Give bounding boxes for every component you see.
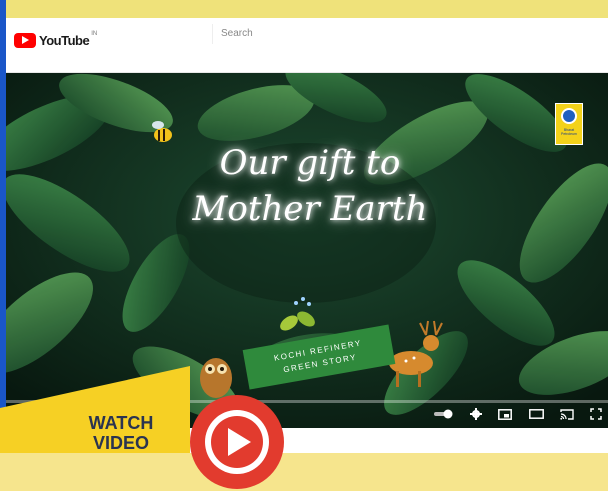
top-frame-band (0, 0, 608, 18)
theater-mode-icon[interactable] (528, 407, 544, 421)
bharat-petroleum-logo: Bharat Petroleum (555, 103, 583, 145)
bpcl-logo-text: Bharat Petroleum (561, 128, 577, 136)
watch-label-line-2: VIDEO (92, 433, 149, 453)
fullscreen-icon[interactable] (590, 407, 602, 421)
miniplayer-icon[interactable] (498, 407, 513, 421)
title-line-2: Mother Earth (192, 189, 428, 229)
youtube-logo[interactable]: YouTube IN (14, 30, 97, 50)
country-code: IN (91, 31, 98, 37)
player-controls (430, 405, 606, 423)
page-frame: YouTube IN Search Our gift to Mother Ear… (0, 0, 608, 489)
video-title-overlay: Our gift to Mother Earth (180, 140, 440, 232)
owl-illustration (200, 358, 232, 398)
watch-video-label[interactable]: WATCH VIDEO (46, 413, 196, 453)
cast-icon[interactable] (560, 407, 574, 421)
watch-label-line-1: WATCH (88, 413, 154, 433)
bpcl-emblem-icon (561, 108, 577, 124)
youtube-play-logo-icon (14, 32, 36, 48)
search-input[interactable]: Search (212, 24, 551, 44)
youtube-header: YouTube IN Search (6, 18, 608, 73)
logo-text: YouTube (39, 32, 90, 48)
big-play-button[interactable] (188, 393, 286, 491)
title-line-1: Our gift to (219, 143, 401, 183)
settings-gear-icon[interactable] (470, 407, 483, 421)
autoplay-toggle-icon[interactable] (434, 407, 454, 421)
